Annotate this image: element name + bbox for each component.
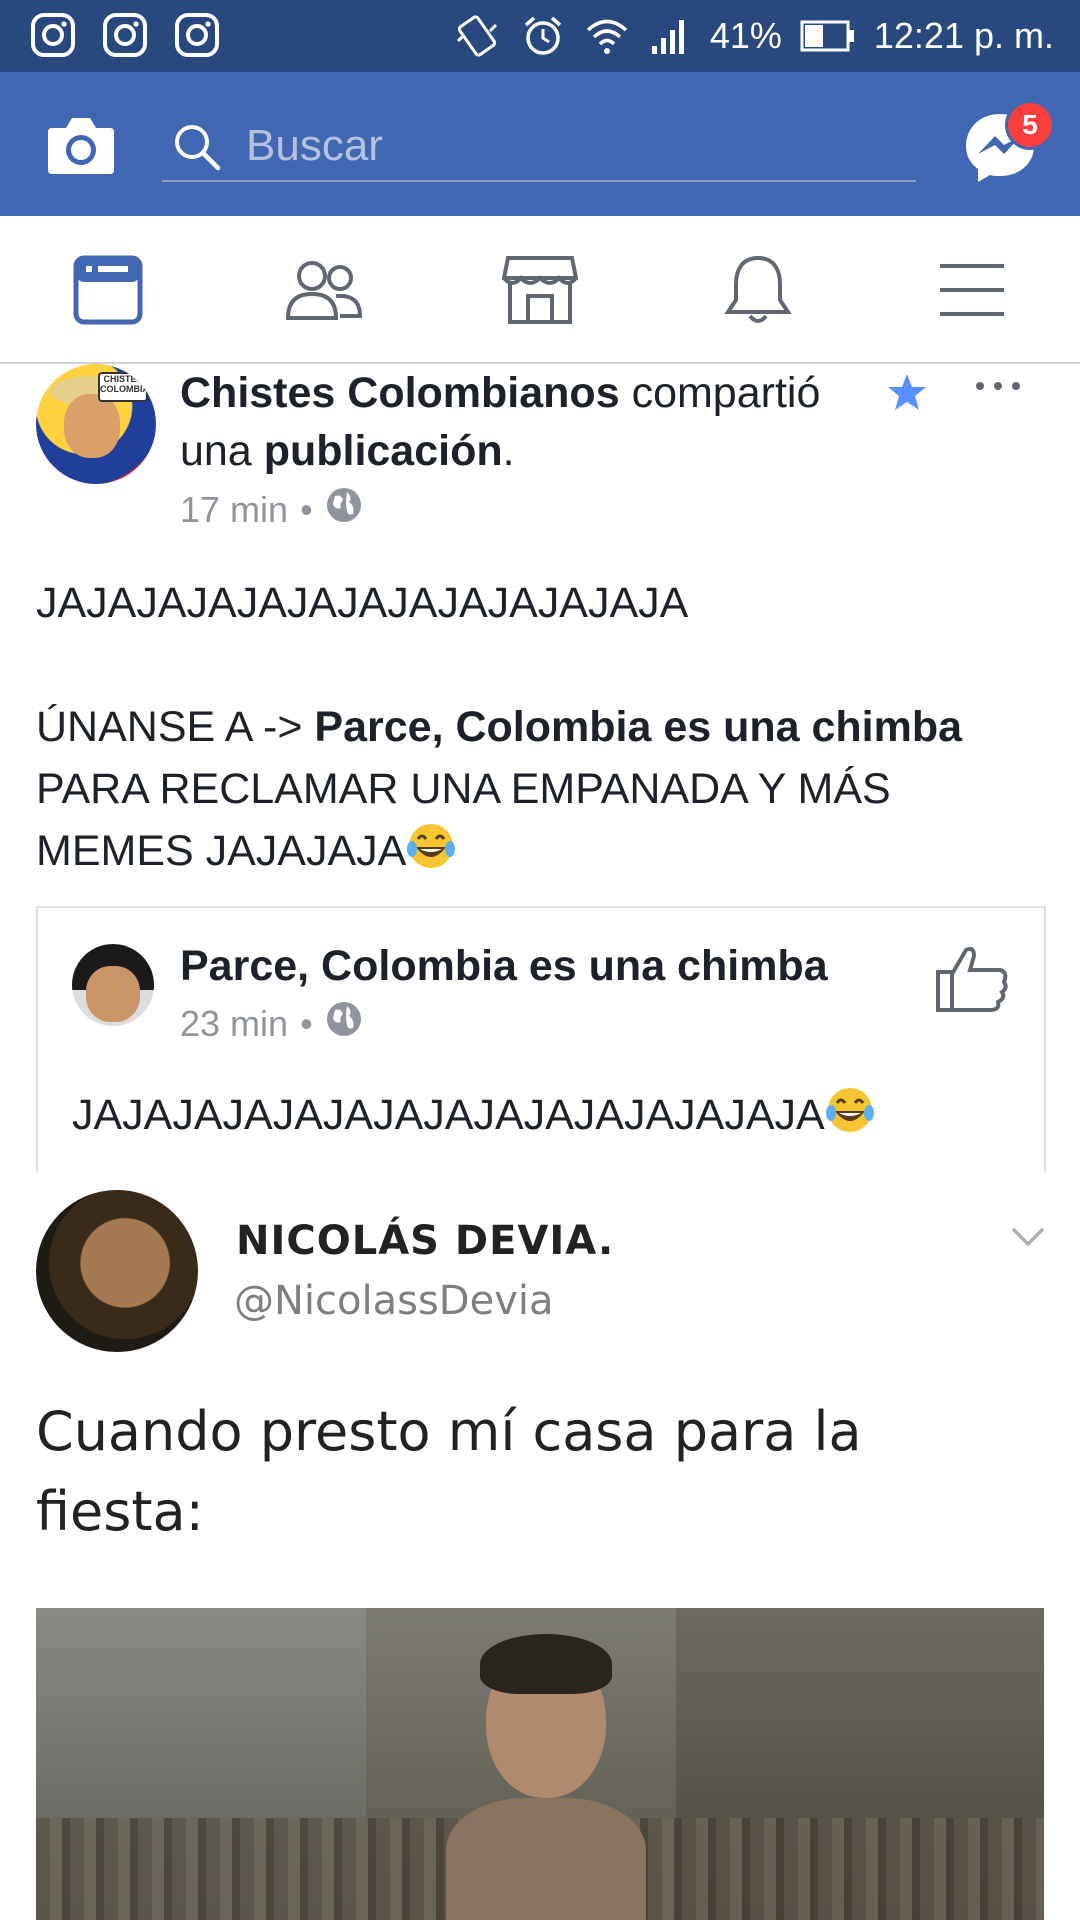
tweet-avatar xyxy=(36,1190,198,1352)
instagram-icon xyxy=(30,12,76,63)
alarm-icon xyxy=(520,13,566,59)
tweet-text: Cuando presto mí casa para la fiesta: xyxy=(36,1400,862,1543)
page-avatar[interactable]: CHISTES COLOMBIANOS xyxy=(36,364,156,484)
instagram-icon xyxy=(174,12,220,63)
search-header: 5 xyxy=(0,72,1080,216)
battery-percent: 41% xyxy=(709,15,782,56)
shared-post-text: JAJAJAJAJAJAJAJAJAJAJAJAJAJAJA xyxy=(72,1084,875,1152)
tab-news-feed[interactable] xyxy=(68,252,148,332)
search-bar[interactable] xyxy=(162,112,916,182)
laughing-emoji-icon xyxy=(825,1085,875,1152)
shared-time[interactable]: 23 min xyxy=(180,1003,288,1045)
more-options-icon[interactable] xyxy=(974,378,1022,399)
meme-photo xyxy=(36,1608,1044,1920)
post-action-rest: una xyxy=(180,427,264,475)
instagram-icon xyxy=(102,12,148,63)
tab-friends[interactable] xyxy=(284,252,364,332)
star-icon xyxy=(886,372,928,417)
post-time[interactable]: 17 min xyxy=(180,489,288,531)
vibrate-icon xyxy=(452,11,502,61)
tweet-handle: @NicolassDevia xyxy=(234,1278,554,1324)
post-link[interactable]: publicación xyxy=(264,427,503,475)
laughing-emoji-icon xyxy=(406,821,456,888)
shared-meta: 23 min • xyxy=(180,1000,363,1047)
avatar-tag: CHISTES COLOMBIANOS xyxy=(98,372,156,402)
battery-icon xyxy=(800,19,856,53)
shared-text-content: JAJAJAJAJAJAJAJAJAJAJAJAJAJAJA xyxy=(72,1091,825,1139)
post-body: JAJAJAJAJAJAJAJAJAJAJAJAJA ÚNANSE A -> P… xyxy=(36,572,1046,888)
post-meta: 17 min • xyxy=(180,486,363,533)
tab-marketplace[interactable] xyxy=(500,252,580,332)
post-action: compartió xyxy=(619,369,821,417)
post-body-line1: JAJAJAJAJAJAJAJAJAJAJAJAJA xyxy=(36,579,689,627)
messenger-badge: 5 xyxy=(1005,100,1055,150)
friends-icon xyxy=(284,254,364,331)
news-feed-icon xyxy=(72,254,144,331)
shared-page-name[interactable]: Parce, Colombia es una chimba xyxy=(180,942,828,991)
signal-icon xyxy=(648,14,692,58)
post-action-end: . xyxy=(502,427,515,475)
status-bar: 41% 12:21 p. m. xyxy=(0,0,1080,72)
post-body-join: ÚNANSE A -> xyxy=(36,703,315,751)
post-image[interactable]: NICOLÁS DEVIA. @NicolassDevia Cuando pre… xyxy=(0,1172,1080,1920)
chevron-down-icon xyxy=(1010,1226,1046,1253)
nav-bar xyxy=(0,216,1080,364)
post-author[interactable]: Chistes Colombianos xyxy=(180,369,620,417)
tab-menu[interactable] xyxy=(932,252,1012,332)
clock: 12:21 p. m. xyxy=(873,15,1054,56)
globe-icon xyxy=(325,1000,363,1047)
camera-icon[interactable] xyxy=(46,114,116,181)
meta-separator: • xyxy=(300,1002,313,1044)
meta-separator: • xyxy=(300,488,313,530)
wifi-icon xyxy=(584,13,630,59)
post-body-rest: PARA RECLAMAR UNA EMPANADA Y MÁS MEMES J… xyxy=(36,765,891,875)
globe-icon xyxy=(325,486,363,533)
marketplace-icon xyxy=(501,254,579,331)
menu-icon xyxy=(938,260,1006,325)
bell-icon xyxy=(722,252,794,333)
like-page-icon[interactable] xyxy=(934,942,1010,1019)
tweet-author-name: NICOLÁS DEVIA. xyxy=(236,1218,615,1264)
search-input[interactable] xyxy=(244,118,888,174)
tab-notifications[interactable] xyxy=(718,252,798,332)
search-icon xyxy=(172,122,222,177)
post-header: Chistes Colombianos compartió una public… xyxy=(180,364,900,480)
post-body-page-link[interactable]: Parce, Colombia es una chimba xyxy=(314,703,962,751)
shared-post-card[interactable]: Parce, Colombia es una chimba 23 min • J… xyxy=(36,906,1046,1188)
shared-page-avatar[interactable] xyxy=(72,944,154,1026)
